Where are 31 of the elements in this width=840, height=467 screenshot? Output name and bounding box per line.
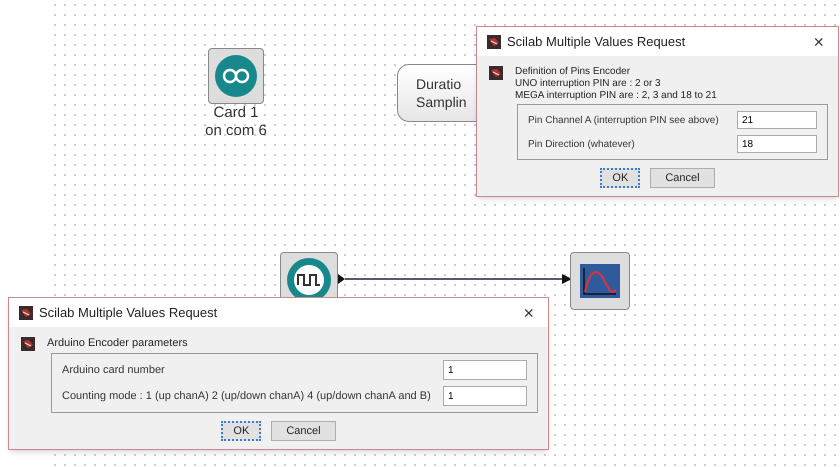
block-frame[interactable] bbox=[570, 252, 630, 310]
close-button[interactable]: × bbox=[809, 32, 828, 50]
block-text: Duratio bbox=[416, 75, 462, 93]
message-text: Arduino Encoder parameters bbox=[47, 337, 188, 349]
dialog-button[interactable]: OK bbox=[221, 421, 262, 441]
block-label: on com 6 bbox=[205, 122, 267, 140]
window-title: Scilab Multiple Values Request bbox=[39, 304, 218, 322]
app-icon bbox=[19, 306, 33, 320]
field-label: Counting mode : 1 (up chanA) 2 (up/down chanA) 4 (up/down chanA and B) bbox=[62, 388, 431, 404]
block-label: Card 1 bbox=[213, 104, 259, 122]
message-icon bbox=[489, 66, 503, 80]
input-field[interactable]: 21 bbox=[737, 111, 817, 129]
input-field[interactable]: 1 bbox=[443, 386, 527, 406]
message-text: UNO interruption PIN are : 2 or 3 bbox=[515, 78, 662, 90]
input-field[interactable]: 18 bbox=[737, 135, 817, 153]
message-text: MEGA interruption PIN are : 2, 3 and 18 to 21 bbox=[515, 90, 717, 102]
field-label: Pin Direction (whatever) bbox=[528, 138, 635, 152]
dialog-button[interactable]: Cancel bbox=[650, 168, 715, 188]
dialog-button[interactable]: Cancel bbox=[271, 421, 336, 441]
field-label: Pin Channel A (interruption PIN see above) bbox=[528, 114, 719, 128]
app-icon bbox=[487, 34, 501, 48]
window-title: Scilab Multiple Values Request bbox=[507, 32, 686, 51]
block-text: Samplin bbox=[416, 93, 468, 111]
message-text: Definition of Pins Encoder bbox=[515, 66, 632, 78]
close-button[interactable]: × bbox=[519, 304, 538, 322]
infinity-icon bbox=[214, 54, 258, 98]
input-field[interactable]: 1 bbox=[443, 360, 527, 380]
scope-icon bbox=[580, 264, 620, 298]
message-icon bbox=[21, 337, 35, 351]
field-label: Arduino card number bbox=[62, 362, 165, 378]
dialog-button[interactable]: OK bbox=[600, 168, 640, 188]
